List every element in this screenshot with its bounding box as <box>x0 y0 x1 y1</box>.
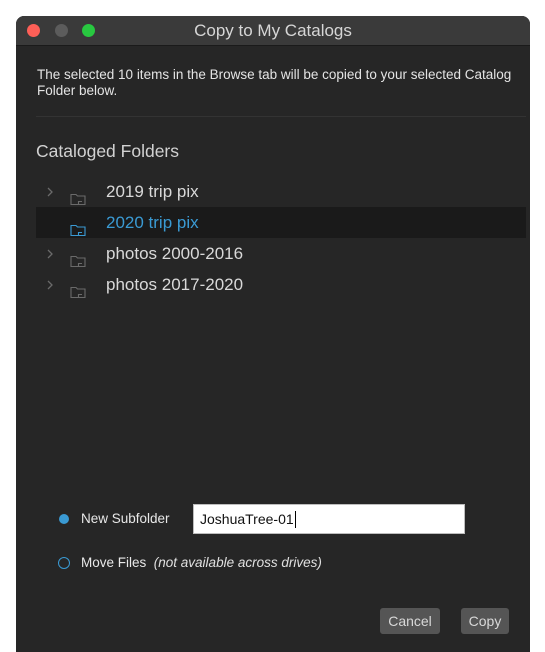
chevron-right-icon[interactable] <box>45 238 57 269</box>
move-files-option: Move Files (not available across drives) <box>16 548 530 578</box>
dialog-description: The selected 10 items in the Browse tab … <box>37 67 512 98</box>
folder-icon <box>70 185 86 206</box>
folder-row-2020-trip-pix[interactable]: 2020 trip pix <box>36 207 526 238</box>
move-files-label: Move Files <box>81 555 147 570</box>
window-title: Copy to My Catalogs <box>194 21 352 40</box>
folder-label: photos 2000-2016 <box>106 244 244 263</box>
folder-icon <box>70 247 86 268</box>
folder-label: photos 2017-2020 <box>106 275 244 294</box>
copy-button[interactable]: Copy <box>461 608 509 634</box>
new-subfolder-label: New Subfolder <box>81 511 170 526</box>
text-caret <box>294 510 296 528</box>
new-subfolder-radio[interactable] <box>59 514 69 524</box>
folder-row-photos-2017-2020[interactable]: photos 2017-2020 <box>36 269 526 300</box>
move-files-radio[interactable] <box>58 557 70 569</box>
chevron-right-icon[interactable] <box>45 269 57 300</box>
cataloged-folders-heading: Cataloged Folders <box>36 141 179 161</box>
chevron-right-icon[interactable] <box>45 176 57 207</box>
folder-icon <box>70 216 86 237</box>
folder-row-photos-2000-2016[interactable]: photos 2000-2016 <box>36 238 526 269</box>
folder-icon <box>70 278 86 299</box>
move-files-note: (not available across drives) <box>153 555 322 570</box>
folder-tree: 2019 trip pix 2020 trip pix photos 2000-… <box>36 176 526 300</box>
divider <box>36 116 526 117</box>
copy-to-catalogs-dialog: Copy to My Catalogs The selected 10 item… <box>16 16 530 652</box>
subfolder-name-input[interactable]: JoshuaTree-01 <box>193 504 465 534</box>
folder-row-2019-trip-pix[interactable]: 2019 trip pix <box>36 176 526 207</box>
folder-label: 2020 trip pix <box>106 213 199 232</box>
move-files-text: Move Files (not available across drives) <box>81 555 322 570</box>
title-bar: Copy to My Catalogs <box>16 16 530 46</box>
folder-label: 2019 trip pix <box>106 182 199 201</box>
cancel-button[interactable]: Cancel <box>380 608 440 634</box>
subfolder-name-value: JoshuaTree-01 <box>200 511 294 527</box>
